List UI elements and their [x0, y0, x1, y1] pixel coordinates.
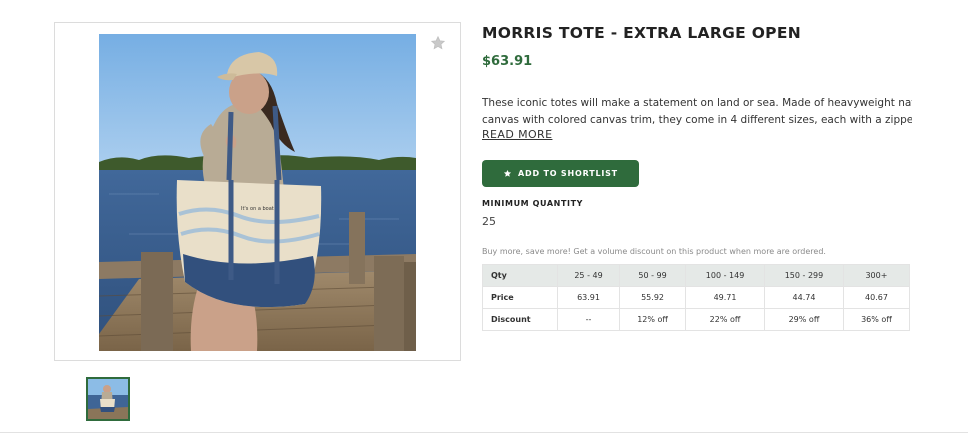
star-icon[interactable]: [430, 35, 446, 51]
table-cell: 100 - 149: [685, 264, 765, 287]
table-cell: 22% off: [685, 308, 765, 331]
product-description: These iconic totes will make a statement…: [482, 95, 912, 129]
tote-print-text: It's on a boat: [241, 206, 274, 212]
table-cell: Price: [482, 286, 558, 309]
table-cell: 12% off: [619, 308, 687, 331]
product-price: $63.91: [482, 54, 533, 69]
table-cell: 40.67: [842, 286, 911, 309]
read-more-link[interactable]: READ MORE: [482, 128, 552, 141]
minimum-quantity-label: MINIMUM QUANTITY: [482, 199, 584, 208]
product-image-panel: It's on a boat: [54, 22, 461, 361]
table-cell: 44.74: [764, 286, 844, 309]
shortlist-button-label: ADD TO SHORTLIST: [518, 169, 618, 178]
table-cell: 50 - 99: [619, 264, 687, 287]
table-cell: 150 - 299: [764, 264, 844, 287]
product-photo: It's on a boat: [99, 34, 416, 351]
minimum-quantity-value: 25: [482, 215, 496, 228]
volume-discount-table: Qty 25 - 49 50 - 99 100 - 149 150 - 299 …: [482, 264, 911, 331]
product-title: MORRIS TOTE - EXTRA LARGE OPEN: [482, 24, 801, 42]
table-row-price: Price 63.91 55.92 49.71 44.74 40.67: [482, 286, 911, 309]
add-to-shortlist-button[interactable]: ADD TO SHORTLIST: [482, 160, 639, 187]
table-cell: 55.92: [619, 286, 687, 309]
section-divider: [0, 432, 968, 433]
product-thumbnail[interactable]: [86, 377, 130, 421]
table-cell: Discount: [482, 308, 558, 331]
table-cell: 29% off: [764, 308, 844, 331]
table-cell: --: [556, 308, 621, 331]
description-line: These iconic totes will make a statement…: [482, 97, 912, 109]
table-header-row: Qty 25 - 49 50 - 99 100 - 149 150 - 299 …: [482, 264, 911, 287]
table-cell: 36% off: [842, 308, 911, 331]
table-cell: 300+: [842, 264, 911, 287]
table-cell: 25 - 49: [556, 264, 621, 287]
table-cell: 49.71: [685, 286, 765, 309]
star-icon: [503, 169, 512, 177]
thumbnail-image: [88, 379, 128, 419]
table-cell: 63.91: [556, 286, 621, 309]
volume-discount-promo: Buy more, save more! Get a volume discou…: [482, 247, 826, 256]
table-cell: Qty: [482, 264, 558, 287]
table-row-discount: Discount -- 12% off 22% off 29% off 36% …: [482, 308, 911, 331]
description-line: canvas with colored canvas trim, they co…: [482, 114, 912, 126]
